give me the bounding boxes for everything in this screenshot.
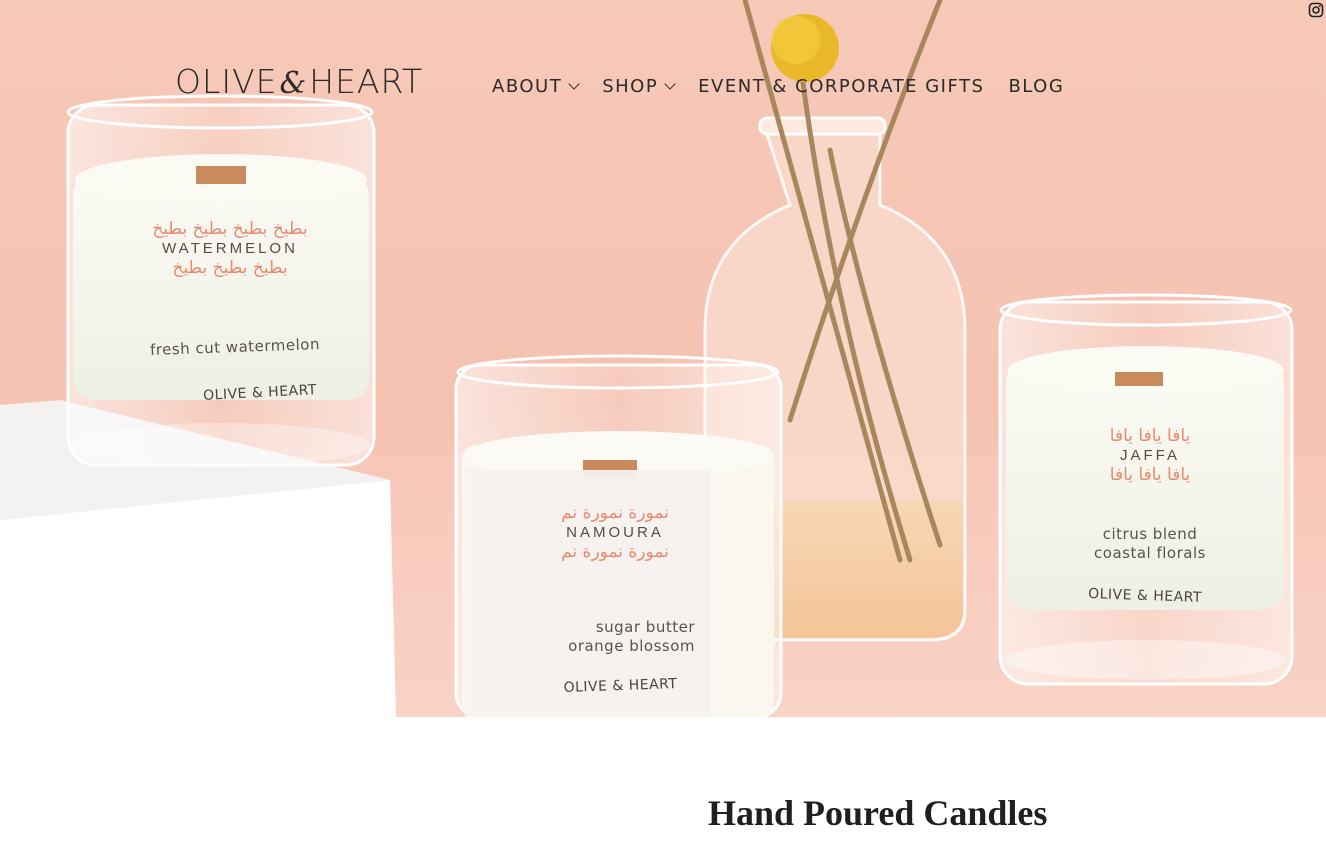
nav-item-shop[interactable]: SHOP (602, 76, 676, 97)
watermelon-label: بطيخ بطيخ بطيخ بطيخ WATERMELON بطيخ بطيخ… (130, 218, 330, 279)
jaffa-scent-line2: coastal florals (1094, 544, 1206, 562)
nav-item-event-corporate-gifts[interactable]: EVENT & CORPORATE GIFTS (698, 76, 984, 97)
watermelon-name: WATERMELON (162, 240, 298, 257)
logo-word-olive: OLIVE (175, 62, 278, 101)
logo-ampersand: & (279, 66, 308, 101)
jaffa-label: يافا يافا يافا JAFFA يافا يافا يافا (1080, 425, 1220, 486)
nav-item-about[interactable]: ABOUT (492, 76, 580, 97)
nav-item-event-corporate-gifts-label: EVENT & CORPORATE GIFTS (698, 76, 985, 97)
pedestal-front (0, 480, 396, 717)
nav-item-blog-label: BLOG (1008, 76, 1065, 97)
namoura-arabic-top: نمورة نمورة نم (561, 503, 669, 523)
section-title: Hand Poured Candles (708, 793, 1048, 833)
logo-word-heart: HEART (309, 62, 424, 101)
nav-item-shop-label: SHOP (602, 76, 659, 97)
hero-banner: بطيخ بطيخ بطيخ بطيخ WATERMELON بطيخ بطيخ… (0, 0, 1326, 717)
namoura-arabic-bottom: نمورة نمورة نم (561, 542, 669, 562)
jaffa-scent-line1: citrus blend (1102, 525, 1198, 543)
candle-jaffa (998, 293, 1294, 686)
instagram-icon[interactable] (1308, 2, 1324, 18)
yellow-flower (771, 14, 839, 82)
namoura-scent-line2: orange blossom (568, 637, 695, 655)
jaffa-scent: citrus blend coastal florals (1075, 525, 1225, 563)
jaffa-arabic-bottom: يافا يافا يافا (1109, 465, 1191, 485)
namoura-label: نمورة نمورة نم NAMOURA نمورة نمورة نم (530, 502, 700, 563)
nav-item-blog[interactable]: BLOG (1008, 76, 1064, 97)
namoura-name: NAMOURA (566, 524, 664, 541)
jaffa-arabic-top: يافا يافا يافا (1109, 426, 1191, 446)
chevron-down-icon (568, 78, 580, 90)
jaffa-name: JAFFA (1119, 447, 1180, 464)
watermelon-arabic-bottom: بطيخ بطيخ بطيخ (172, 258, 288, 278)
watermelon-arabic-top: بطيخ بطيخ بطيخ بطيخ (152, 219, 308, 239)
brand-logo[interactable]: OLIVE&HEART (175, 62, 423, 101)
nav-item-about-label: ABOUT (492, 76, 563, 97)
candle-watermelon (66, 94, 376, 467)
main-navigation: ABOUT SHOP EVENT & CORPORATE GIFTS BLOG (492, 76, 1088, 97)
hero-illustration (0, 0, 1326, 717)
namoura-scent: sugar butter orange blossom (535, 618, 695, 656)
namoura-scent-line1: sugar butter (595, 618, 695, 636)
chevron-down-icon (664, 78, 676, 90)
